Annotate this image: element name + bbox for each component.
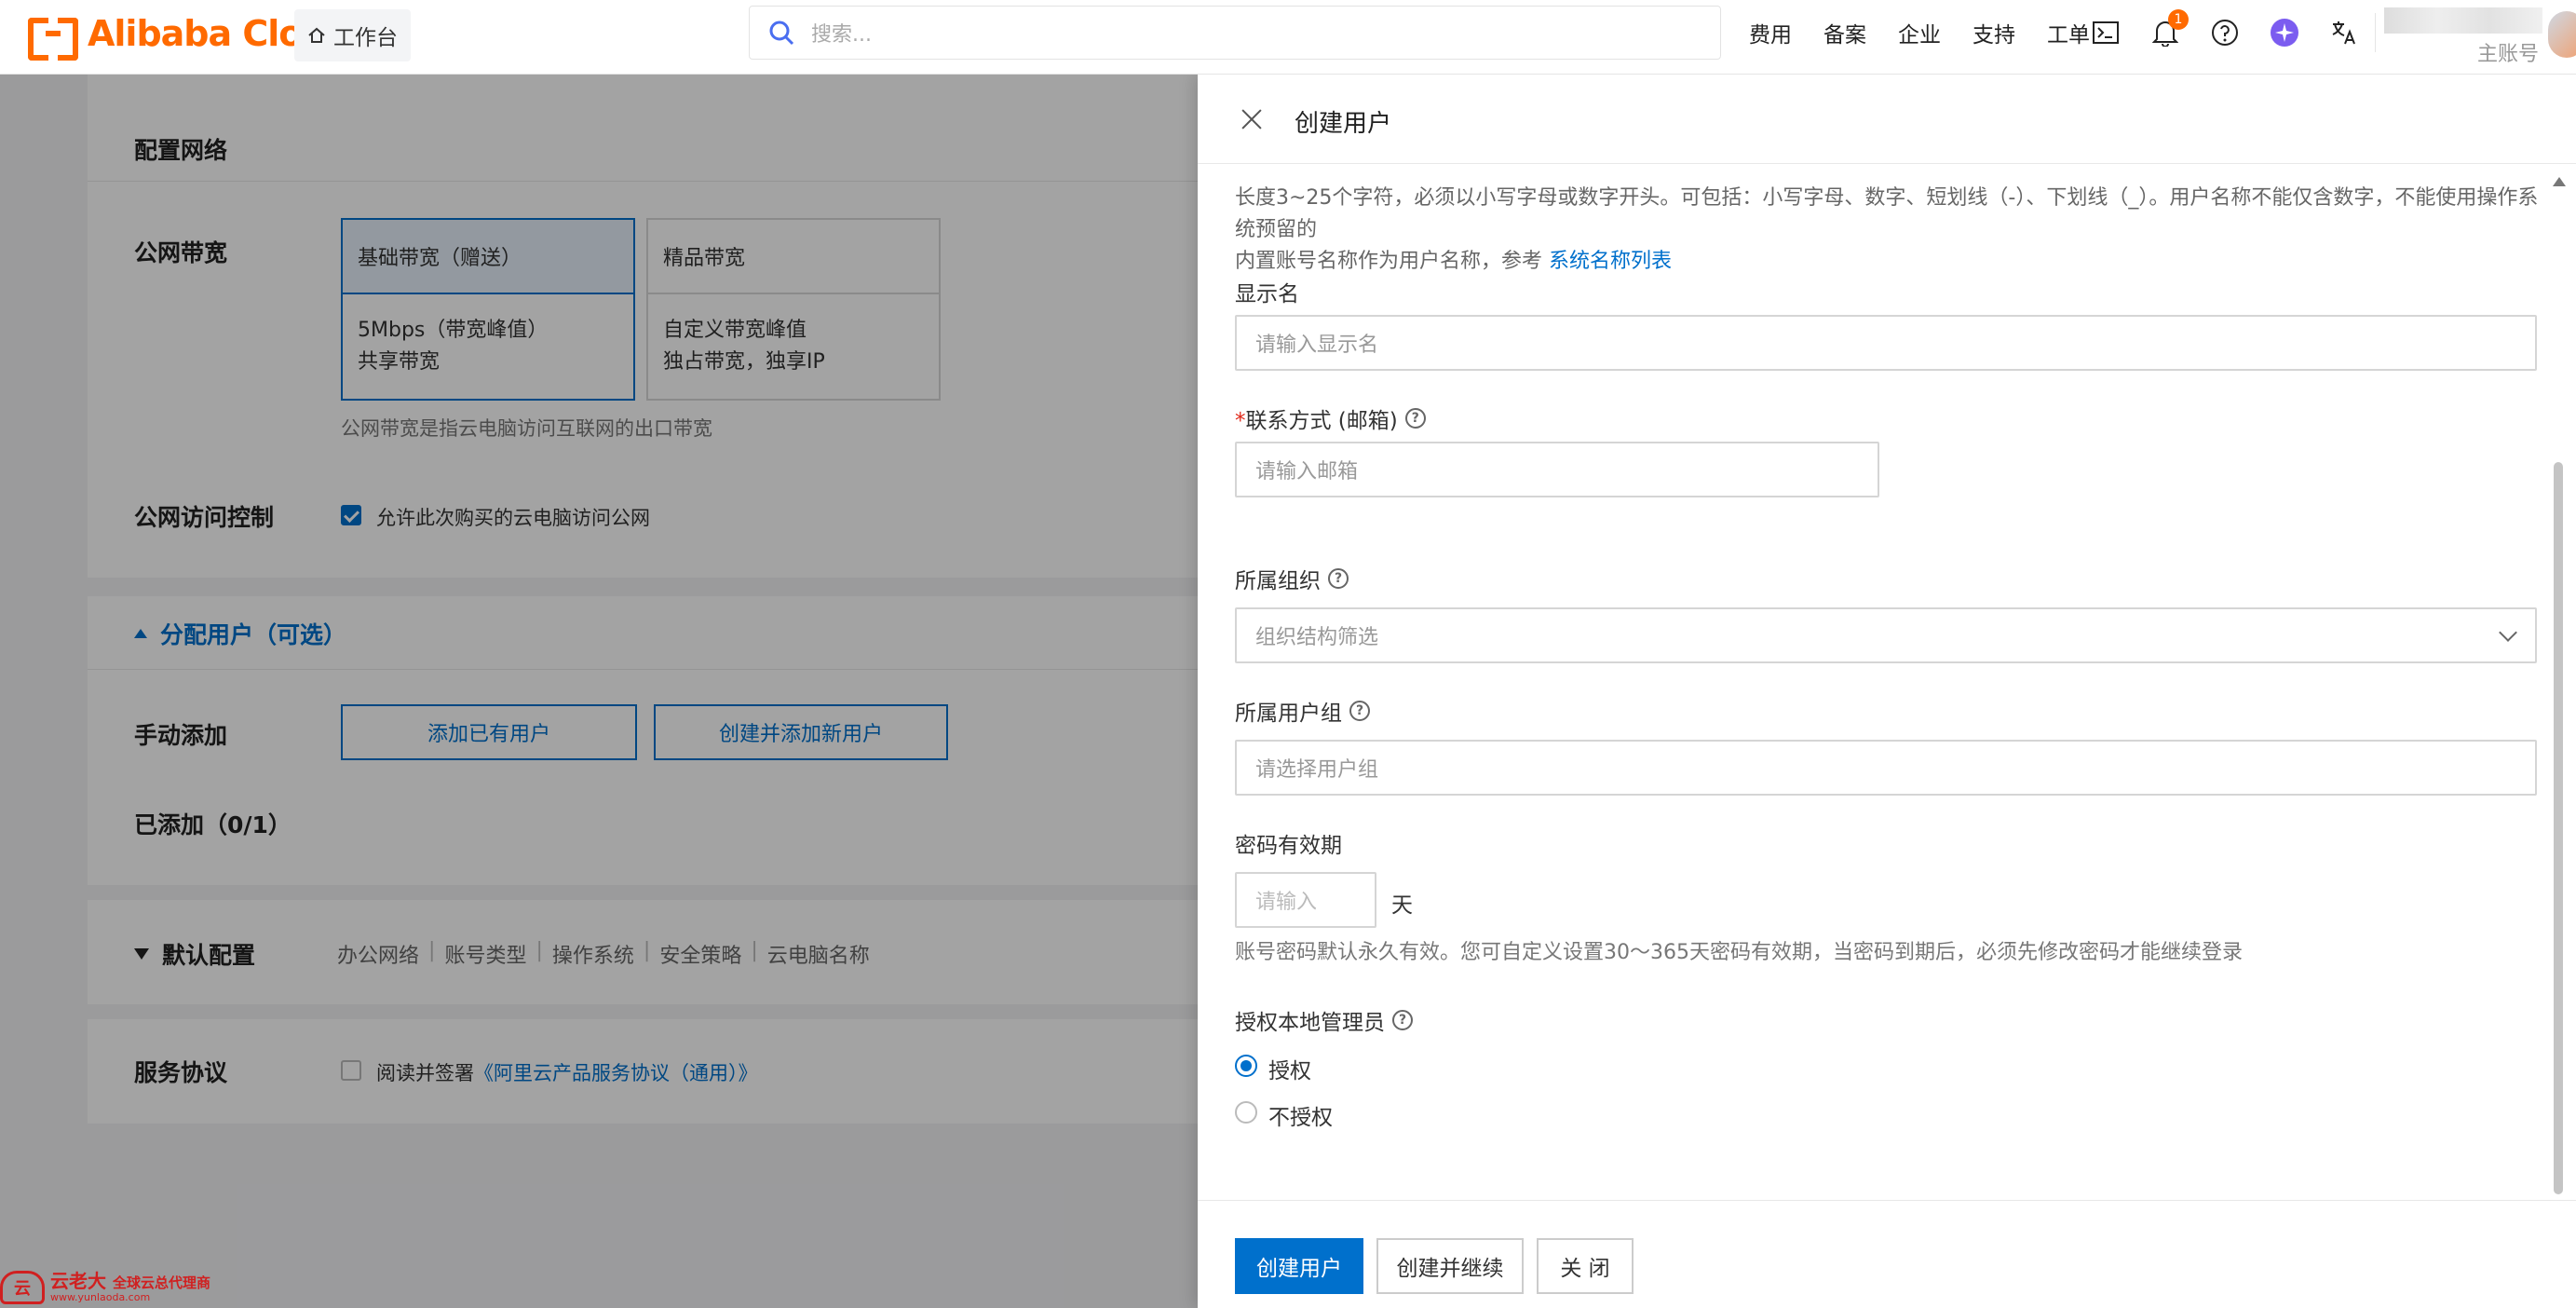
user-group-select[interactable]: 请选择用户组 xyxy=(1235,740,2537,796)
drawer-title: 创建用户 xyxy=(1295,110,1392,138)
language-icon[interactable] xyxy=(2328,17,2360,48)
radio-no-authorize[interactable] xyxy=(1235,1101,1257,1124)
watermark-brand: 云老大 xyxy=(50,1270,106,1292)
user-group-label: 所属用户组 ? xyxy=(1235,695,1370,727)
email-label: *联系方式 (邮箱) ? xyxy=(1235,402,1426,434)
system-names-link[interactable]: 系统名称列表 xyxy=(1549,250,1672,273)
display-name-label: 显示名 xyxy=(1235,276,1299,307)
workbench-button[interactable]: 工作台 xyxy=(294,9,411,61)
user-group-label-text: 所属用户组 xyxy=(1235,702,1342,726)
scrollbar-thumb[interactable] xyxy=(2554,462,2563,1194)
help-icon[interactable] xyxy=(2209,17,2241,48)
terminal-icon[interactable] xyxy=(2090,17,2122,48)
org-label: 所属组织 ? xyxy=(1235,563,1349,594)
watermark-url: www.yunlaoda.com xyxy=(50,1291,151,1303)
chevron-down-icon xyxy=(2499,623,2517,642)
local-admin-label-text: 授权本地管理员 xyxy=(1235,1011,1385,1035)
email-input[interactable]: 请输入邮箱 xyxy=(1235,442,1879,497)
username-rules-hint: 长度3~25个字符，必须以小写字母或数字开头。可包括：小写字母、数字、短划线（-… xyxy=(1235,183,2539,278)
watermark-slogan: 全球云总代理商 xyxy=(112,1274,210,1291)
user-group-help-icon[interactable]: ? xyxy=(1349,701,1370,721)
global-search-input[interactable]: 搜索... xyxy=(749,6,1721,60)
notification-bell-icon[interactable]: 1 xyxy=(2149,9,2189,48)
avatar[interactable] xyxy=(2548,11,2576,58)
drawer-scrollbar[interactable] xyxy=(2552,177,2567,1220)
nav-link-tickets[interactable]: 工单 xyxy=(2047,17,2090,48)
search-placeholder: 搜索... xyxy=(811,23,872,47)
radio-no-authorize-label[interactable]: 不授权 xyxy=(1268,1099,1333,1131)
drawer-header: 创建用户 xyxy=(1198,75,2576,164)
top-navigation-bar: Alibaba Cloud 工作台 搜索... 费用 备案 企业 支持 工单 1 xyxy=(0,0,2576,75)
password-expiry-label: 密码有效期 xyxy=(1235,827,1342,859)
create-user-button[interactable]: 创建用户 xyxy=(1235,1238,1363,1294)
nav-link-support[interactable]: 支持 xyxy=(1973,17,2015,48)
scroll-up-arrow-icon[interactable] xyxy=(2553,177,2566,186)
watermark-logo: 云 云老大 全球云总代理商 www.yunlaoda.com xyxy=(0,1271,210,1304)
close-button[interactable]: 关 闭 xyxy=(1537,1238,1634,1294)
password-expiry-input[interactable]: 请输入 xyxy=(1235,872,1376,928)
top-nav-icons: 1 xyxy=(2090,0,2360,65)
modal-overlay[interactable] xyxy=(0,75,1198,1308)
password-expiry-unit: 天 xyxy=(1391,893,1413,918)
account-type-label: 主账号 xyxy=(2477,43,2540,66)
password-expiry-placeholder: 请输入 xyxy=(1255,891,1318,914)
radio-authorize-label[interactable]: 授权 xyxy=(1268,1053,1311,1084)
workbench-label: 工作台 xyxy=(333,26,398,50)
home-icon xyxy=(308,27,325,43)
display-name-input[interactable]: 请输入显示名 xyxy=(1235,315,2537,371)
org-help-icon[interactable]: ? xyxy=(1328,568,1349,589)
email-placeholder: 请输入邮箱 xyxy=(1255,460,1359,484)
required-mark: * xyxy=(1235,409,1246,433)
notification-badge: 1 xyxy=(2168,9,2189,30)
search-icon xyxy=(769,20,794,46)
username-hint-line2: 内置账号名称作为用户名称，参考 xyxy=(1235,250,1543,273)
create-and-continue-button[interactable]: 创建并继续 xyxy=(1376,1238,1524,1294)
email-help-icon[interactable]: ? xyxy=(1404,408,1426,429)
nav-link-enterprise[interactable]: 企业 xyxy=(1898,17,1941,48)
email-label-text: 联系方式 (邮箱) xyxy=(1245,409,1398,433)
user-group-placeholder: 请选择用户组 xyxy=(1255,758,1379,782)
display-name-label-text: 显示名 xyxy=(1235,282,1299,307)
top-nav-links: 费用 备案 企业 支持 工单 xyxy=(1749,0,2090,65)
password-expiry-hint: 账号密码默认永久有效。您可自定义设置30～365天密码有效期，当密码到期后，必须… xyxy=(1235,941,2243,964)
nav-link-icp[interactable]: 备案 xyxy=(1824,17,1866,48)
display-name-placeholder: 请输入显示名 xyxy=(1255,334,1379,357)
org-label-text: 所属组织 xyxy=(1235,569,1321,593)
org-placeholder: 组织结构筛选 xyxy=(1255,626,1379,649)
topbar-divider xyxy=(2375,13,2376,52)
close-icon[interactable] xyxy=(1241,108,1263,130)
radio-authorize[interactable] xyxy=(1235,1055,1257,1077)
org-select[interactable]: 组织结构筛选 xyxy=(1235,607,2537,663)
drawer-footer: 创建用户 创建并继续 关 闭 xyxy=(1198,1200,2576,1308)
create-user-drawer: 创建用户 长度3~25个字符，必须以小写字母或数字开头。可包括：小写字母、数字、… xyxy=(1198,75,2576,1308)
nav-link-billing[interactable]: 费用 xyxy=(1749,17,1792,48)
ai-assistant-icon[interactable] xyxy=(2269,17,2300,48)
alibaba-cloud-logo-icon xyxy=(28,18,78,61)
username-hint-line1: 长度3~25个字符，必须以小写字母或数字开头。可包括：小写字母、数字、短划线（-… xyxy=(1235,186,2539,241)
watermark-cloud-icon: 云 xyxy=(0,1271,45,1304)
password-expiry-label-text: 密码有效期 xyxy=(1235,834,1342,858)
local-admin-help-icon[interactable]: ? xyxy=(1392,1010,1413,1030)
account-name-blurred[interactable] xyxy=(2384,7,2542,34)
local-admin-label: 授权本地管理员 ? xyxy=(1235,1004,1413,1036)
